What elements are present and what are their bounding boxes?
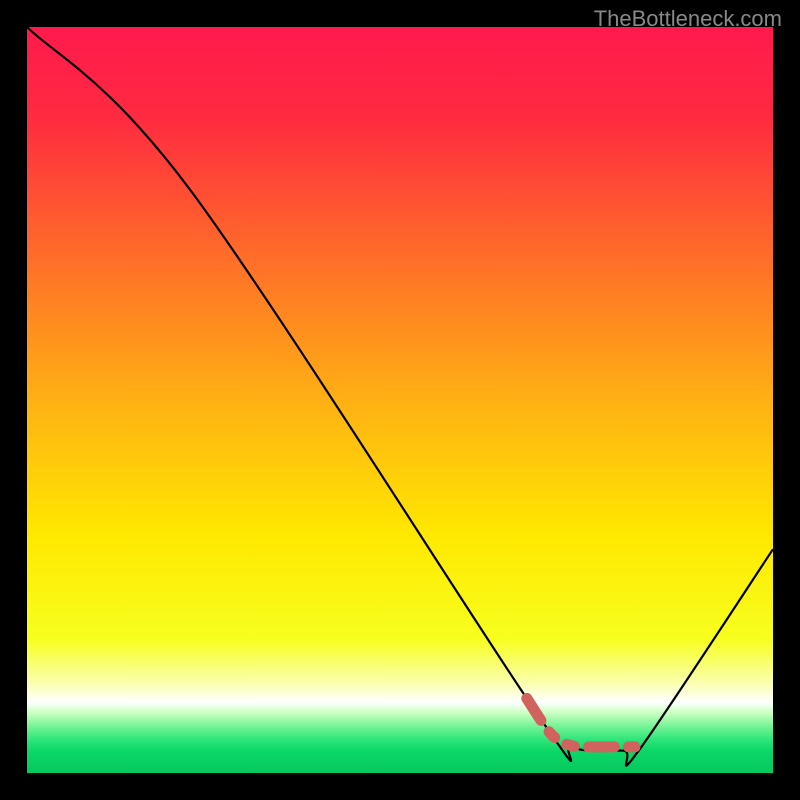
gradient-background [27,27,773,773]
chart-plot-area [27,27,773,773]
watermark-text: TheBottleneck.com [594,6,782,32]
chart-svg [27,27,773,773]
